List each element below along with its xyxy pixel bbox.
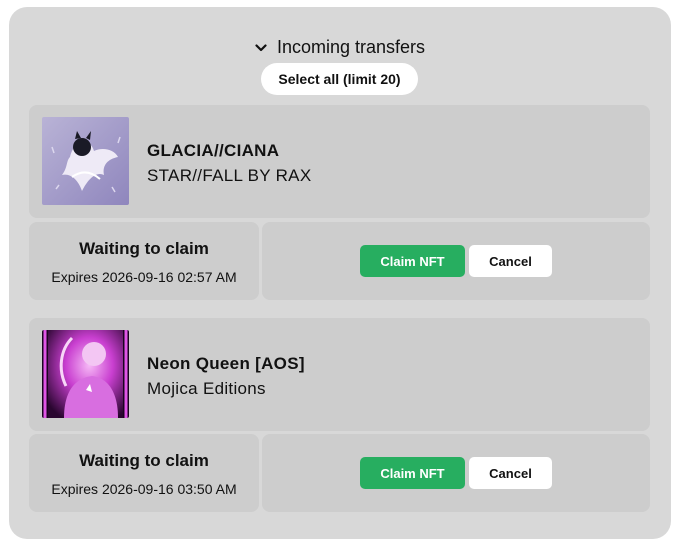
actions-card: Claim NFT Cancel [262,222,650,300]
nft-name: Neon Queen [AOS] [147,354,305,373]
status-title: Waiting to claim [79,239,209,258]
actions-card: Claim NFT Cancel [262,434,650,512]
expiry-text: Expires 2026-09-16 02:57 AM [51,269,237,285]
nft-info-card: Neon Queen [AOS] Mojica Editions [29,318,650,431]
claim-nft-button[interactable]: Claim NFT [360,245,465,277]
nft-collection: Mojica Editions [147,379,266,398]
cancel-button[interactable]: Cancel [469,457,552,489]
expiry-text: Expires 2026-09-16 03:50 AM [51,481,237,497]
chevron-down-icon[interactable] [255,43,267,52]
incoming-transfers-panel: Incoming transfers Select all (limit 20) [9,7,671,539]
cancel-button[interactable]: Cancel [469,245,552,277]
claim-nft-button[interactable]: Claim NFT [360,457,465,489]
section-title: Incoming transfers [276,37,426,57]
claim-status-card: Waiting to claim Expires 2026-09-16 02:5… [29,222,259,300]
incoming-transfers-header[interactable]: Incoming transfers [9,37,671,58]
nft-collection: STAR//FALL BY RAX [147,166,312,185]
select-all-button[interactable]: Select all (limit 20) [261,63,418,95]
nft-info-card: GLACIA//CIANA STAR//FALL BY RAX [29,105,650,218]
nft-thumbnail [42,117,129,205]
nft-name: GLACIA//CIANA [147,141,280,160]
claim-status-card: Waiting to claim Expires 2026-09-16 03:5… [29,434,259,512]
nft-thumbnail [42,330,129,418]
status-title: Waiting to claim [79,451,209,470]
